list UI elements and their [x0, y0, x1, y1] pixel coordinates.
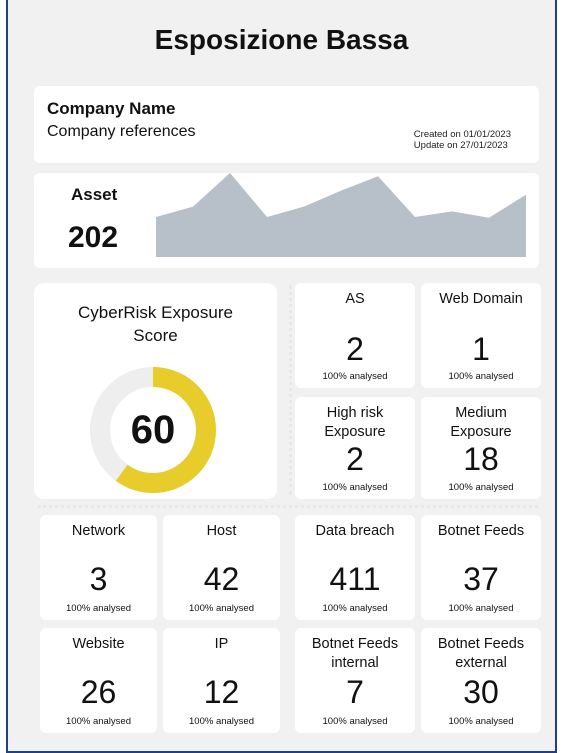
sparkline-area: [156, 173, 526, 257]
tile-value: 2: [346, 331, 364, 367]
tile-status: 100% analysed: [189, 716, 254, 727]
updated-date: Update on 27/01/2023: [413, 140, 508, 151]
tile-status: 100% analysed: [448, 603, 514, 614]
tile-label: High risk Exposure: [324, 405, 386, 440]
tile-value: 7: [346, 674, 364, 710]
tile-value: 42: [203, 561, 240, 597]
tile-label: Botnet Feeds internal: [311, 636, 399, 671]
tile-status: 100% analysed: [322, 371, 388, 382]
date-info: Created on 01/01/2023 Update on 27/01/20…: [414, 129, 511, 151]
asset-card: Asset 202: [34, 173, 539, 268]
score-value: 60: [130, 408, 176, 452]
tile-botnet-feeds-internal: Botnet Feeds internal 7 100% analysed: [295, 628, 415, 733]
tile-host: Host 42 100% analysed: [163, 515, 280, 620]
asset-label: Asset: [71, 185, 118, 204]
tile-data-breach: Data breach 411 100% analysed: [295, 515, 415, 620]
tile-label: Botnet Feeds external: [437, 636, 525, 671]
tile-status: 100% analysed: [448, 371, 514, 382]
tile-status: 100% analysed: [66, 716, 131, 727]
tile-medium-exposure: Medium Exposure 18 100% analysed: [421, 397, 541, 499]
tile-botnet-feeds-external: Botnet Feeds external 30 100% analysed: [421, 628, 541, 733]
tile-value: 12: [203, 674, 240, 710]
asset-value: 202: [68, 221, 119, 254]
tile-label: IP: [214, 636, 229, 652]
tile-botnet-feeds: Botnet Feeds 37 100% analysed: [421, 515, 541, 620]
dotted-separator: [289, 285, 292, 495]
score-card: CyberRisk Exposure Score 60: [34, 283, 277, 499]
tile-label: Data breach: [315, 523, 395, 539]
tile-ip: IP 12 100% analysed: [163, 628, 280, 733]
tile-value: 37: [463, 561, 499, 597]
tile-value: 2: [346, 441, 364, 477]
tile-value: 411: [329, 561, 381, 597]
page-title: Esposizione Bassa: [154, 24, 409, 55]
tile-label: Web Domain: [439, 291, 523, 307]
tile-status: 100% analysed: [322, 716, 388, 727]
tile-value: 1: [472, 331, 490, 367]
tile-as: AS 2 100% analysed: [295, 283, 415, 388]
tile-label: Botnet Feeds: [437, 523, 525, 539]
tile-status: 100% analysed: [66, 603, 131, 614]
tile-status: 100% analysed: [322, 482, 388, 493]
asset-sparkline: [156, 173, 526, 257]
company-card: Company Name Company references Created …: [34, 86, 539, 163]
tile-label: Host: [206, 523, 237, 539]
company-references: Company references: [47, 123, 196, 140]
score-label: CyberRisk Exposure Score: [78, 303, 233, 345]
tile-status: 100% analysed: [322, 603, 388, 614]
tile-status: 100% analysed: [448, 482, 514, 493]
tile-label: AS: [345, 291, 365, 307]
tile-high-risk-exposure: High risk Exposure 2 100% analysed: [295, 397, 415, 499]
tile-value: 3: [89, 561, 108, 597]
tile-label: Website: [72, 636, 125, 652]
tile-value: 26: [80, 674, 117, 710]
tile-value: 30: [463, 674, 499, 710]
tile-status: 100% analysed: [448, 716, 514, 727]
tile-website: Website 26 100% analysed: [40, 628, 157, 733]
tile-web-domain: Web Domain 1 100% analysed: [421, 283, 541, 388]
tile-label: Network: [71, 523, 126, 539]
company-name: Company Name: [47, 99, 176, 118]
dashboard-frame: Esposizione Bassa Company Name Company r…: [6, 0, 557, 753]
dotted-separator: [38, 505, 538, 508]
tile-status: 100% analysed: [189, 603, 254, 614]
tile-value: 18: [463, 441, 499, 477]
tile-network: Network 3 100% analysed: [40, 515, 157, 620]
tile-label: Medium Exposure: [450, 405, 512, 440]
created-date: Created on 01/01/2023: [413, 129, 511, 140]
